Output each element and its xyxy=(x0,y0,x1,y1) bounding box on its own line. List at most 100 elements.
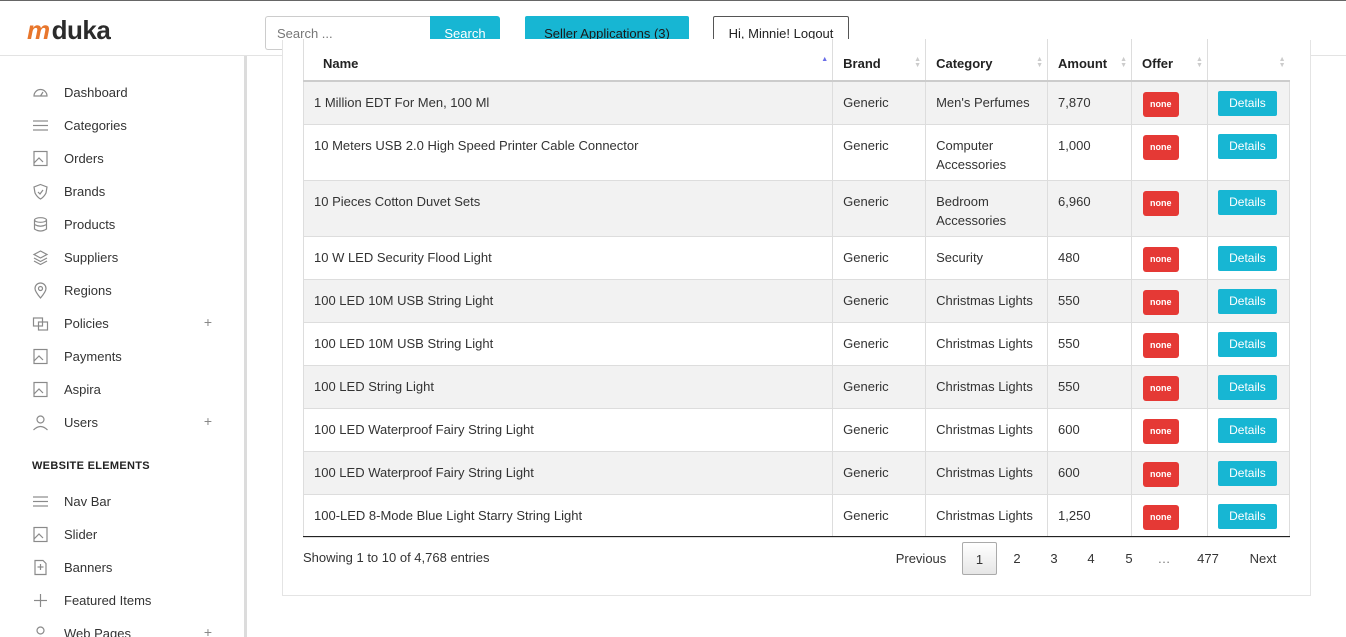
cell-offer: none xyxy=(1131,321,1208,366)
table-header-row: Name ▲ Brand ▲ ▼ Category ▲ ▼ Amount ▲ ▼ Offer ▲… xyxy=(302,39,1290,82)
list-icon xyxy=(32,117,49,134)
sidebar-item-suppliers[interactable]: Suppliers xyxy=(32,245,222,269)
table-row: 100 LED Waterproof Fairy String Light Ge… xyxy=(302,407,1291,452)
cell-offer: none xyxy=(1131,278,1208,323)
offer-badge: none xyxy=(1143,92,1179,117)
cell-name: 100-LED 8-Mode Blue Light Starry String … xyxy=(302,493,834,538)
sidebar-item-banners[interactable]: Banners xyxy=(32,555,222,579)
cell-name: 100 LED 10M USB String Light xyxy=(302,278,834,323)
table-row: 100 LED Waterproof Fairy String Light Ge… xyxy=(302,450,1291,495)
logo[interactable]: mduka xyxy=(27,15,111,46)
pagination-page-5[interactable]: 5 xyxy=(1112,542,1146,575)
list-icon xyxy=(32,493,49,510)
expand-icon[interactable]: + xyxy=(204,624,212,637)
sidebar-item-products[interactable]: Products xyxy=(32,212,222,236)
sidebar-item-brands[interactable]: Brands xyxy=(32,179,222,203)
pagination-page-3[interactable]: 3 xyxy=(1037,542,1071,575)
sidebar-item-orders[interactable]: Orders xyxy=(32,146,222,170)
cell-name: 10 W LED Security Flood Light xyxy=(302,235,834,280)
sidebar-item-label: Users xyxy=(64,414,98,430)
cell-category: Security xyxy=(925,235,1049,280)
cell-name: 10 Pieces Cotton Duvet Sets xyxy=(302,179,834,237)
cell-actions: Details xyxy=(1206,278,1291,323)
pagination-page-2[interactable]: 2 xyxy=(1000,542,1034,575)
sidebar-item-nav-bar[interactable]: Nav Bar xyxy=(32,489,222,513)
pagination-page-4[interactable]: 4 xyxy=(1074,542,1108,575)
sidebar-item-label: Orders xyxy=(64,150,104,166)
details-button[interactable]: Details xyxy=(1217,288,1277,314)
cell-actions: Details xyxy=(1206,407,1291,452)
table-info: Showing 1 to 10 of 4,768 entries xyxy=(303,550,490,565)
sidebar-item-categories[interactable]: Categories xyxy=(32,113,222,137)
details-button[interactable]: Details xyxy=(1217,503,1277,529)
cell-offer: none xyxy=(1131,450,1208,495)
image-icon xyxy=(32,150,49,167)
table-row: 100 LED 10M USB String Light Generic Chr… xyxy=(302,321,1291,366)
cell-name: 100 LED String Light xyxy=(302,364,834,409)
sidebar-item-label: Nav Bar xyxy=(64,493,111,509)
cell-category: Christmas Lights xyxy=(925,364,1049,409)
map-pin-icon xyxy=(32,281,49,299)
offer-badge: none xyxy=(1143,289,1179,315)
details-button[interactable]: Details xyxy=(1217,460,1277,486)
cell-actions: Details xyxy=(1206,235,1291,280)
expand-icon[interactable]: + xyxy=(204,413,212,429)
table-row: 10 Pieces Cotton Duvet Sets Generic Bedr… xyxy=(302,179,1291,237)
cell-amount: 550 xyxy=(1047,364,1132,409)
sidebar-item-featured-items[interactable]: Featured Items xyxy=(32,588,222,612)
sidebar-item-aspira[interactable]: Aspira xyxy=(32,377,222,401)
offer-badge: none xyxy=(1143,504,1179,530)
column-header-actions[interactable]: ▲ ▼ xyxy=(1206,39,1290,82)
pagination-page-1[interactable]: 1 xyxy=(962,542,997,575)
cell-category: Men's Perfumes xyxy=(925,80,1049,125)
cell-amount: 600 xyxy=(1047,407,1132,452)
sidebar-item-payments[interactable]: Payments xyxy=(32,344,222,368)
table-bottom-border xyxy=(303,536,1290,537)
sidebar-item-users[interactable]: Users + xyxy=(32,410,222,434)
details-button[interactable]: Details xyxy=(1217,374,1277,400)
offer-badge: none xyxy=(1143,461,1179,487)
details-button[interactable]: Details xyxy=(1217,417,1277,443)
thumbs-icon xyxy=(32,315,49,332)
column-header-amount[interactable]: Amount ▲ ▼ xyxy=(1047,39,1132,82)
pagination-previous[interactable]: Previous xyxy=(886,542,956,575)
column-header-brand[interactable]: Brand ▲ ▼ xyxy=(832,39,926,82)
sidebar-item-web-pages[interactable]: Web Pages + xyxy=(32,621,222,637)
plus-icon xyxy=(32,592,49,609)
sidebar-item-policies[interactable]: Policies + xyxy=(32,311,222,335)
details-button[interactable]: Details xyxy=(1217,189,1277,215)
cell-brand: Generic xyxy=(832,123,927,181)
cell-offer: none xyxy=(1131,123,1208,181)
column-header-category[interactable]: Category ▲ ▼ xyxy=(925,39,1048,82)
details-button[interactable]: Details xyxy=(1217,331,1277,357)
cell-actions: Details xyxy=(1206,493,1291,538)
cell-name: 100 LED Waterproof Fairy String Light xyxy=(302,450,834,495)
cell-amount: 550 xyxy=(1047,278,1132,323)
sort-icon: ▲ ▼ xyxy=(1196,56,1203,69)
sidebar-item-slider[interactable]: Slider xyxy=(32,522,222,546)
pagination-next[interactable]: Next xyxy=(1238,542,1288,575)
cell-name: 1 Million EDT For Men, 100 Ml xyxy=(302,80,834,125)
sidebar-item-dashboard[interactable]: Dashboard xyxy=(32,80,222,104)
pagination-page-last[interactable]: 477 xyxy=(1186,542,1230,575)
cell-actions: Details xyxy=(1206,321,1291,366)
offer-badge: none xyxy=(1143,418,1179,444)
cell-name: 100 LED Waterproof Fairy String Light xyxy=(302,407,834,452)
sidebar-item-regions[interactable]: Regions xyxy=(32,278,222,302)
column-header-name[interactable]: Name ▲ xyxy=(302,39,833,82)
table-row: 1 Million EDT For Men, 100 Ml Generic Me… xyxy=(302,80,1291,125)
details-button[interactable]: Details xyxy=(1217,91,1277,116)
column-header-offer[interactable]: Offer ▲ ▼ xyxy=(1131,39,1208,82)
offer-badge: none xyxy=(1143,246,1179,272)
cell-amount: 1,250 xyxy=(1047,493,1132,538)
offer-badge: none xyxy=(1143,332,1179,358)
cell-offer: none xyxy=(1131,235,1208,280)
cell-brand: Generic xyxy=(832,321,927,366)
sort-icon: ▲ xyxy=(821,56,829,63)
details-button[interactable]: Details xyxy=(1217,245,1277,271)
expand-icon[interactable]: + xyxy=(204,314,212,330)
cell-brand: Generic xyxy=(832,450,927,495)
sidebar-item-label: Brands xyxy=(64,183,106,199)
details-button[interactable]: Details xyxy=(1217,133,1277,159)
sidebar-item-label: Categories xyxy=(64,117,127,133)
